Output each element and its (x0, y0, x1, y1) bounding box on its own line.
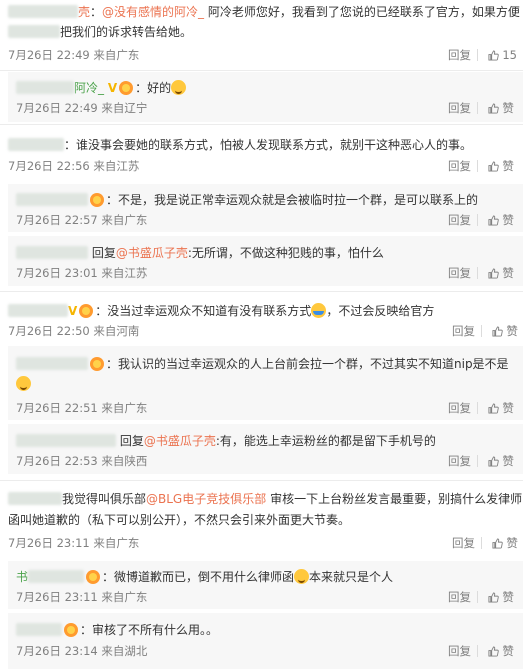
comment-meta: 7月26日 23:01 来自江苏 (16, 266, 148, 280)
thumb-up-icon (488, 456, 499, 467)
like-button[interactable]: 赞 (488, 159, 514, 173)
reply-button[interactable]: 回复 (448, 590, 471, 604)
reply-11: ：审核了不所有什么用。。 7月26日 23:14 来自湖北 回复 赞 (8, 613, 523, 669)
comment-meta: 7月26日 23:14 来自湖北 (16, 644, 148, 658)
comment-text: ：我认识的当过幸运观众的人上台前会拉一个群，不过其实不知道nip是不是 (16, 356, 509, 372)
comment-6: V ：没当过幸运观众不知道有没有联系方式 ，不过会反映给官方 7月26日 22:50… (0, 292, 523, 342)
reply-button[interactable]: 回复 (448, 159, 471, 173)
reply-button[interactable]: 回复 (448, 101, 471, 115)
comment-text-line2: 把我们的诉求转告给她。 (8, 24, 192, 40)
like-button[interactable]: 赞 (488, 213, 514, 227)
smile-emoji-icon (171, 80, 187, 95)
like-button[interactable]: 赞 (492, 536, 518, 550)
like-button[interactable]: 赞 (488, 454, 514, 468)
reply-7: ：我认识的当过幸运观众的人上台前会拉一个群，不过其实不知道nip是不是 7月26… (8, 346, 523, 420)
comment-meta: 7月26日 23:11 来自广东 (8, 536, 140, 550)
comment-text: 回复@书盛瓜子壳:无所谓，不做这种犯贱的事，怕什么 (16, 245, 384, 261)
reply-button[interactable]: 回复 (452, 536, 475, 550)
comment-9: 我觉得叫俱乐部@BLG电子竞技俱乐部 审核一下上台粉丝发言最重要，别搞什么发律师… (0, 481, 523, 557)
reply-10: 书：微博道歉而已，倒不用什么律师函 本来就只是个人 7月26日 23:11 来自广… (8, 561, 523, 609)
comment-text-line2: 函叫她道歉的（私下可以别公开），不然只会引来外面更大节奏。 (8, 513, 351, 527)
thumb-up-icon (488, 592, 499, 603)
fan-badge-icon (79, 304, 94, 318)
crying-emoji-icon (311, 303, 327, 318)
fan-badge-icon (90, 193, 104, 207)
comment-text: V ：没当过幸运观众不知道有没有联系方式 ，不过会反映给官方 (8, 303, 434, 319)
thumb-up-icon (488, 403, 499, 414)
fan-badge-icon (86, 570, 101, 584)
reply-button[interactable]: 回复 (448, 266, 471, 280)
like-button[interactable]: 赞 (488, 644, 514, 658)
comment-1: 壳：@没有感情的阿冷_ 阿冷老师您好，我看到了您说的已经联系了官方，如果方便 把… (0, 0, 523, 70)
reply-5: 回复@书盛瓜子壳:无所谓，不做这种犯贱的事，怕什么 7月26日 23:01 来自… (8, 236, 523, 286)
comment-3: ：谁没事会要她的联系方式，怕被人发现联系方式，就别干这种恶心人的事。 7月26日… (0, 125, 523, 180)
like-button[interactable]: 赞 (492, 324, 518, 338)
comment-text: ：不是，我是说正常幸运观众就是会被临时拉一个群，是可以联系上的 (16, 192, 478, 208)
comment-meta: 7月26日 22:56 来自江苏 (8, 159, 140, 173)
fan-badge-icon (119, 81, 134, 95)
mention-link[interactable]: @书盛瓜子壳 (144, 434, 216, 448)
comment-text: 我觉得叫俱乐部@BLG电子竞技俱乐部 审核一下上台粉丝发言最重要，别搞什么发律师 (8, 491, 522, 507)
fan-badge-icon (90, 357, 104, 371)
reply-2: 阿冷_ V ：好的 7月26日 22:49 来自辽宁 回复 赞 (8, 72, 523, 122)
thumb-up-icon (488, 161, 499, 172)
thumb-up-icon (492, 326, 503, 337)
comment-meta: 7月26日 22:49 来自辽宁 (16, 101, 148, 115)
like-button[interactable]: 赞 (488, 590, 514, 604)
reply-4: ：不是，我是说正常幸运观众就是会被临时拉一个群，是可以联系上的 7月26日 22… (8, 184, 523, 232)
comment-meta: 7月26日 23:11 来自广东 (16, 590, 148, 604)
comment-meta: 7月26日 22:51 来自广东 (16, 401, 148, 415)
laugh-emoji-icon (294, 569, 310, 584)
reply-button[interactable]: 回复 (448, 48, 471, 62)
mention-link[interactable]: @BLG电子竞技俱乐部 (146, 492, 266, 506)
comment-text: ：审核了不所有什么用。。 (16, 622, 218, 638)
comment-meta: 7月26日 22:53 来自陕西 (16, 454, 148, 468)
thumb-up-icon (488, 50, 499, 61)
thumb-up-icon (488, 215, 499, 226)
thumb-up-icon (488, 103, 499, 114)
thumb-up-icon (488, 646, 499, 657)
comment-text: 壳：@没有感情的阿冷_ 阿冷老师您好，我看到了您说的已经联系了官方，如果方便 (8, 4, 520, 20)
comment-text: 阿冷_ V ：好的 (16, 80, 187, 96)
reply-button[interactable]: 回复 (448, 213, 471, 227)
like-button[interactable]: 赞 (488, 401, 514, 415)
comment-meta: 7月26日 22:50 来自河南 (8, 324, 140, 338)
like-button[interactable]: 15 (488, 48, 517, 62)
comment-text: 书：微博道歉而已，倒不用什么律师函 本来就只是个人 (16, 569, 394, 584)
reply-button[interactable]: 回复 (452, 324, 475, 338)
fan-badge-icon (64, 623, 78, 637)
comment-text: ：谁没事会要她的联系方式，怕被人发现联系方式，就别干这种恶心人的事。 (8, 137, 472, 153)
reply-8: 回复@书盛瓜子壳:有，能选上幸运粉丝的都是留下手机号的 7月26日 22:53 … (8, 424, 523, 474)
thumb-up-icon (492, 538, 503, 549)
reply-button[interactable]: 回复 (448, 454, 471, 468)
mention-link[interactable]: @书盛瓜子壳 (116, 246, 188, 260)
mention-link[interactable]: @没有感情的阿冷_ (102, 5, 204, 19)
username-link[interactable]: 阿冷_ (74, 81, 104, 95)
reply-button[interactable]: 回复 (448, 644, 471, 658)
username-link[interactable]: 书 (16, 570, 28, 584)
comment-meta: 7月26日 22:57 来自广东 (16, 213, 148, 227)
laugh-emoji-icon (16, 376, 31, 391)
comment-meta: 7月26日 22:49 来自广东 (8, 48, 140, 62)
comment-text: 回复@书盛瓜子壳:有，能选上幸运粉丝的都是留下手机号的 (16, 433, 436, 449)
thumb-up-icon (488, 268, 499, 279)
like-button[interactable]: 赞 (488, 101, 514, 115)
reply-button[interactable]: 回复 (448, 401, 471, 415)
like-button[interactable]: 赞 (488, 266, 514, 280)
